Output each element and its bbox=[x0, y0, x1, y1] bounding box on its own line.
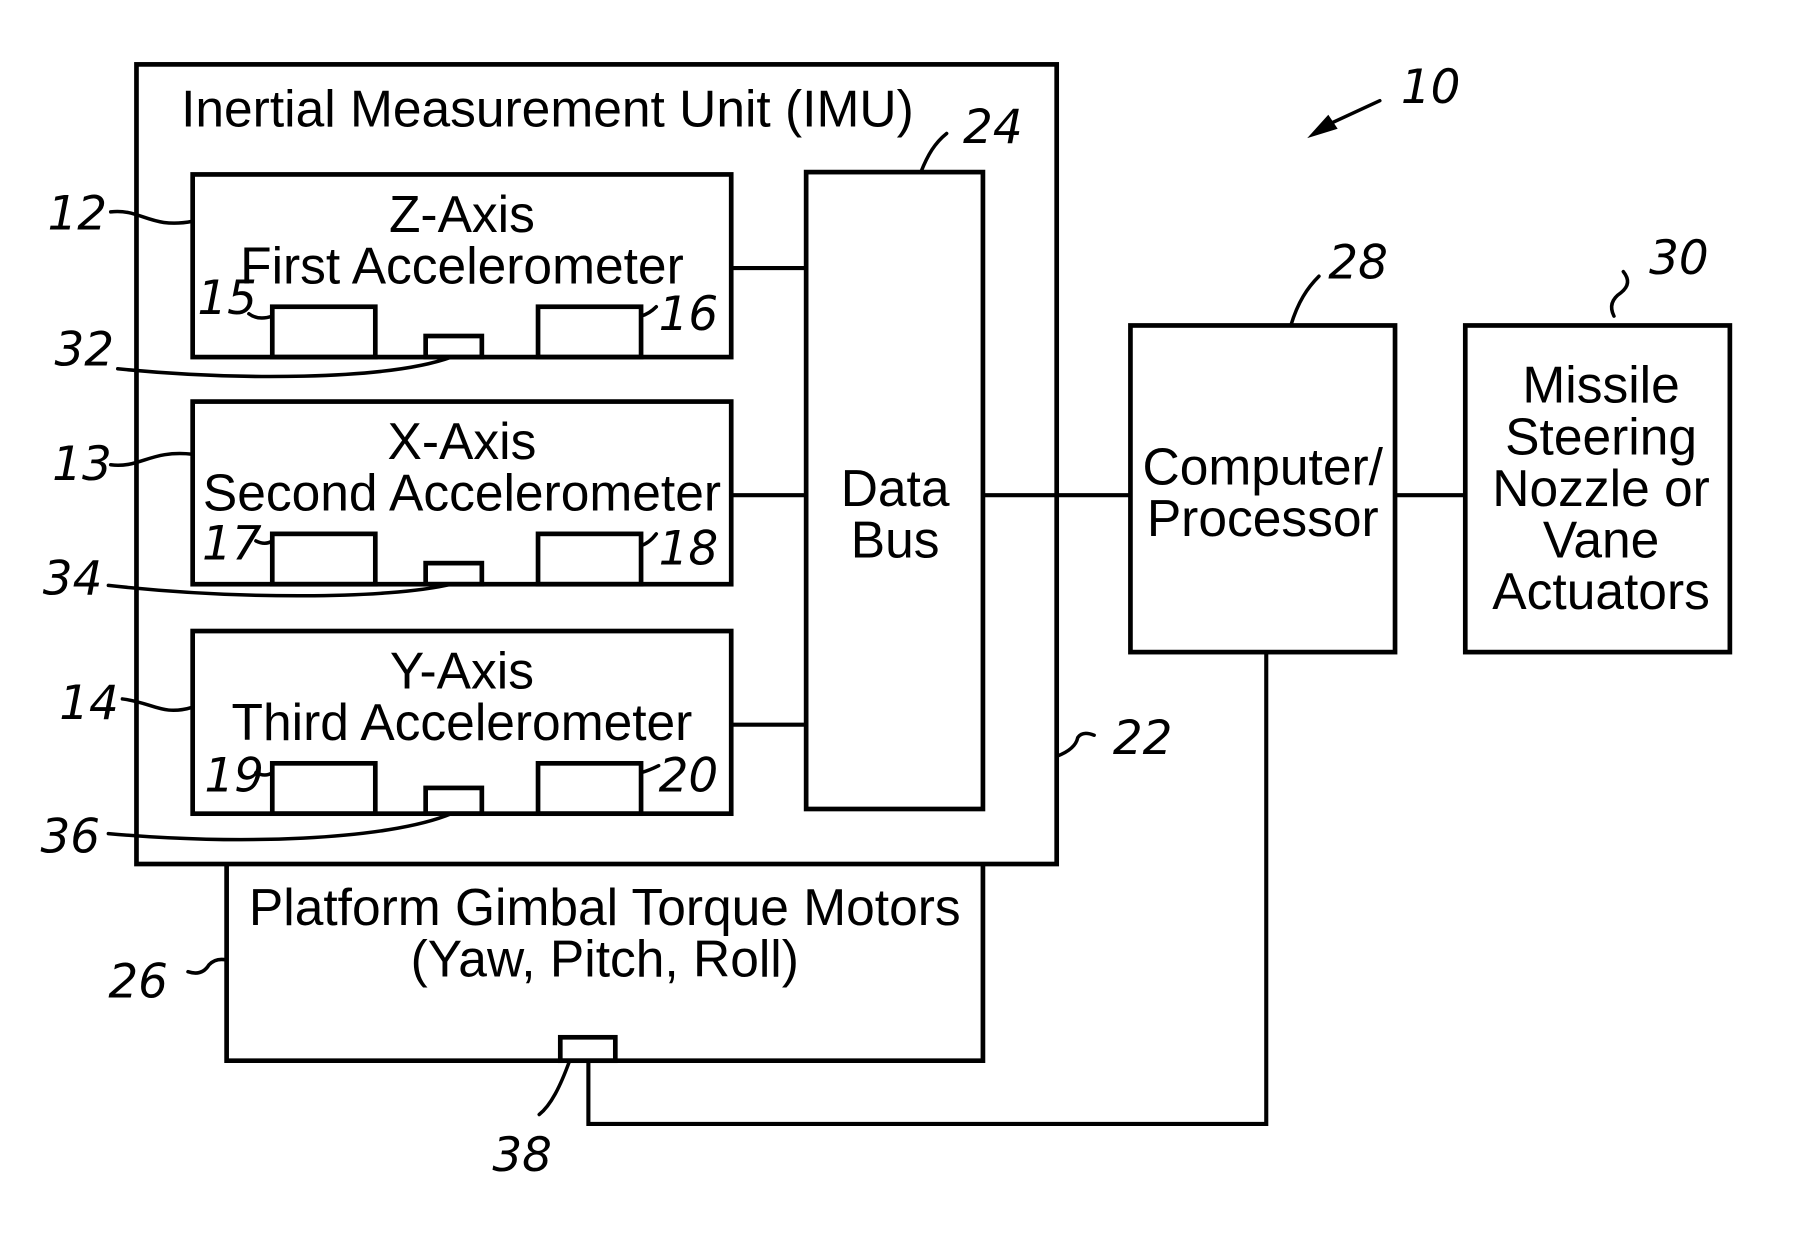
figure-ref-label: 10 bbox=[1401, 61, 1461, 115]
accelerometer-name: First Accelerometer bbox=[240, 236, 684, 294]
actuators-label-line4: Vane bbox=[1543, 510, 1659, 568]
gimbal-ref: 26 bbox=[108, 955, 168, 1009]
sensor bbox=[423, 333, 485, 360]
ref-label: 15 bbox=[197, 272, 257, 326]
leader-line bbox=[108, 209, 195, 225]
component-left bbox=[269, 304, 378, 360]
component-right bbox=[535, 304, 644, 360]
leader-line bbox=[186, 957, 229, 975]
gimbal-label-line1: Platform Gimbal Torque Motors bbox=[249, 878, 961, 936]
accelerometer-x: X-Axis Second Accelerometer 13 17 18 34 bbox=[43, 399, 807, 607]
arrow-icon bbox=[1307, 114, 1338, 139]
imu-ref: 22 bbox=[1113, 712, 1173, 766]
accelerometer-name: Second Accelerometer bbox=[203, 463, 721, 521]
component-left bbox=[269, 531, 378, 587]
ref-label: 36 bbox=[40, 810, 100, 864]
data-bus-ref: 24 bbox=[963, 101, 1023, 155]
ref-label: 19 bbox=[204, 749, 264, 803]
leader-line bbox=[537, 1058, 572, 1117]
leader-line bbox=[919, 131, 949, 174]
leader-line bbox=[1289, 274, 1321, 328]
accelerometer-y: Y-Axis Third Accelerometer 14 19 20 36 bbox=[40, 628, 807, 864]
component-left bbox=[269, 760, 378, 817]
ref-label: 13 bbox=[52, 438, 112, 492]
figure-reference: 10 bbox=[1307, 61, 1461, 139]
accelerometer-name: Third Accelerometer bbox=[232, 693, 693, 751]
component-right bbox=[535, 760, 644, 817]
computer-ref: 28 bbox=[1328, 237, 1388, 291]
data-bus-label-line2: Bus bbox=[851, 510, 940, 568]
axis-label: Y-Axis bbox=[390, 641, 534, 699]
gimbal-label-line2: (Yaw, Pitch, Roll) bbox=[411, 929, 799, 987]
sensor bbox=[423, 785, 485, 817]
actuators-label-line2: Steering bbox=[1505, 407, 1697, 465]
ref-label: 32 bbox=[55, 323, 115, 377]
gimbal-sensor bbox=[557, 1034, 618, 1064]
actuators-label-line3: Nozzle or bbox=[1492, 459, 1710, 517]
leader-line bbox=[115, 355, 454, 379]
sensor bbox=[423, 560, 485, 587]
axis-label: X-Axis bbox=[388, 412, 537, 470]
ref-label: 18 bbox=[659, 522, 719, 576]
ref-label: 14 bbox=[59, 677, 119, 731]
ref-label: 16 bbox=[659, 288, 719, 342]
imu-block-diagram: Inertial Measurement Unit (IMU) Z-Axis F… bbox=[40, 61, 1733, 1183]
ref-label: 17 bbox=[202, 518, 262, 572]
ref-label: 20 bbox=[659, 749, 719, 803]
imu-title: Inertial Measurement Unit (IMU) bbox=[181, 79, 914, 137]
gimbal-sensor-ref: 38 bbox=[492, 1129, 552, 1183]
computer-label-line2: Processor bbox=[1147, 489, 1379, 547]
actuators-label-line5: Actuators bbox=[1492, 562, 1710, 620]
ref-label: 12 bbox=[47, 187, 107, 241]
leader-line bbox=[108, 451, 195, 467]
leader-line bbox=[1054, 731, 1096, 759]
leader-line bbox=[106, 811, 454, 842]
leader-line bbox=[639, 763, 661, 775]
leader-line bbox=[120, 697, 195, 713]
computer-label-line1: Computer/ bbox=[1143, 438, 1384, 496]
axis-label: Z-Axis bbox=[389, 185, 535, 243]
actuators-label-line1: Missile bbox=[1522, 356, 1679, 414]
component-right bbox=[535, 531, 644, 587]
data-bus-label-line1: Data bbox=[841, 459, 950, 517]
ref-label: 34 bbox=[43, 553, 103, 607]
leader-line bbox=[1609, 269, 1630, 318]
accelerometer-z: Z-Axis First Accelerometer 12 15 16 32 bbox=[47, 172, 807, 379]
actuators-ref: 30 bbox=[1649, 232, 1709, 286]
